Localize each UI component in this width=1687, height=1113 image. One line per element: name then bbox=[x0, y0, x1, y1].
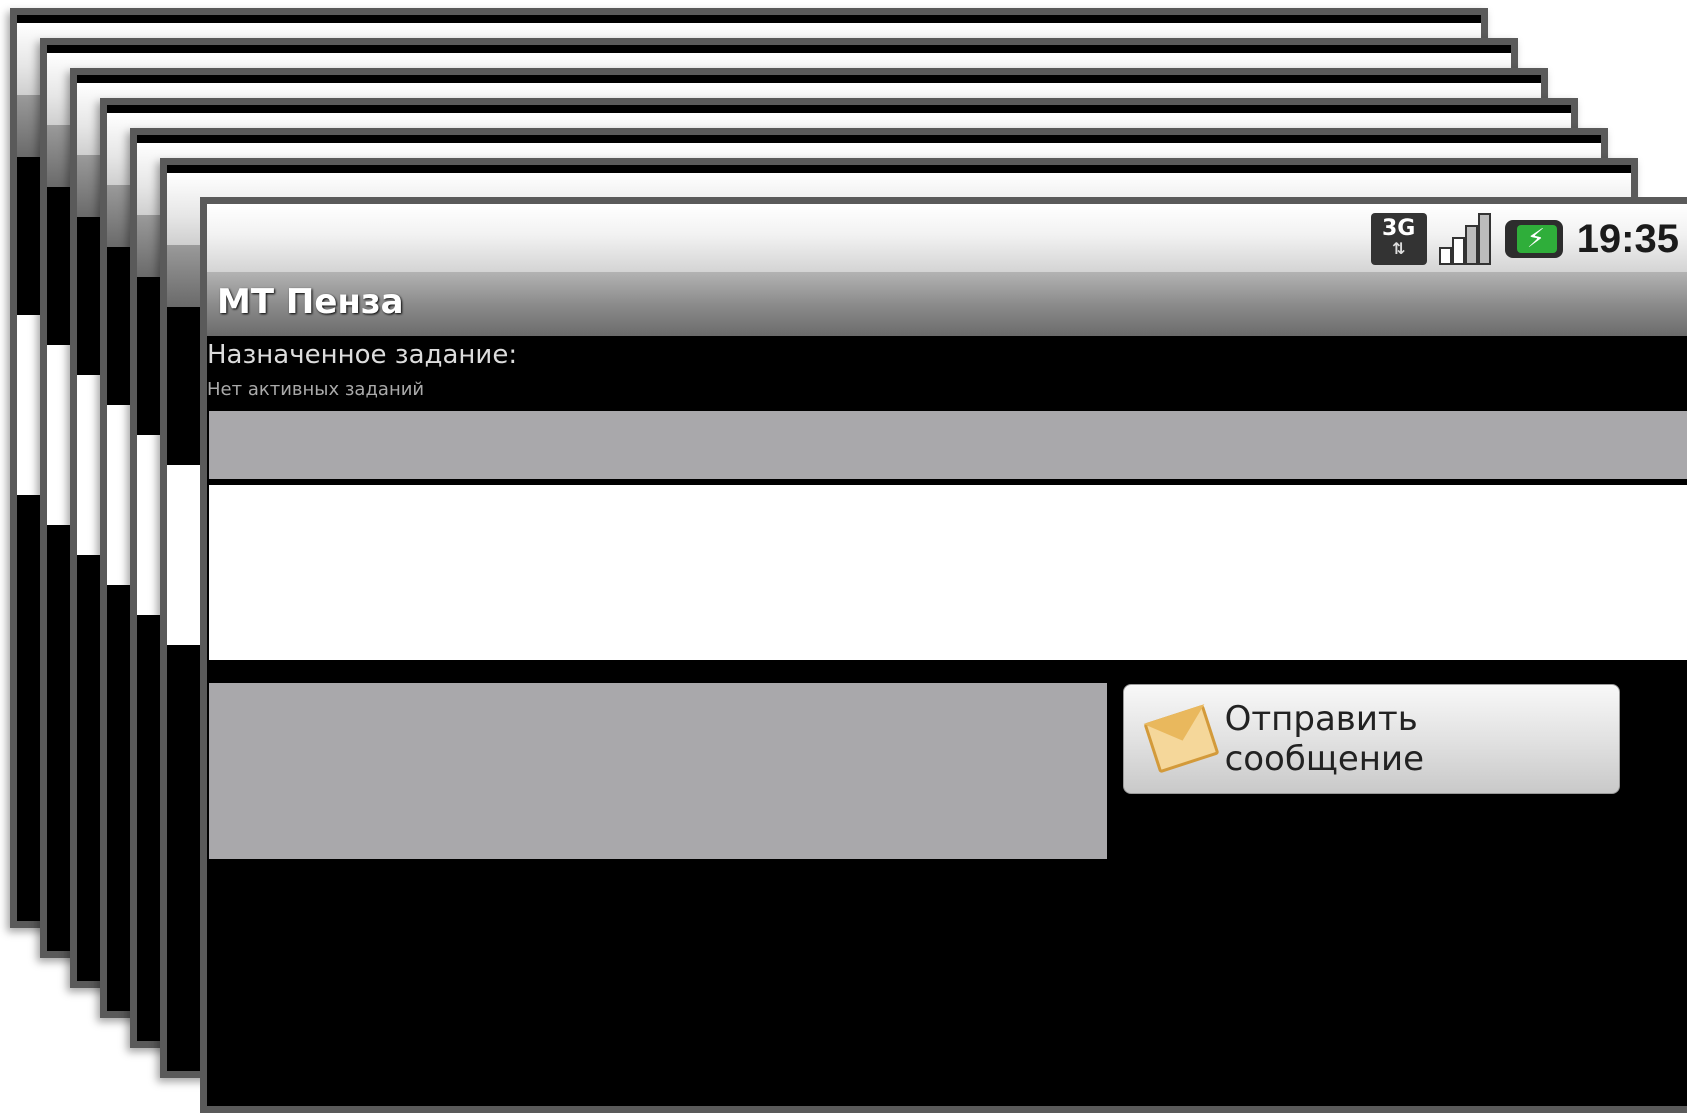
envelope-icon bbox=[1143, 704, 1220, 774]
phone-screen: 3G ⇅ ⚡ 19:35 МТ Пенза Назначенное задани… bbox=[200, 197, 1687, 1113]
status-icons: 3G ⇅ ⚡ 19:35 bbox=[1370, 213, 1679, 265]
status-bar: 3G ⇅ ⚡ 19:35 bbox=[207, 204, 1687, 272]
assigned-task-value: Нет активных заданий bbox=[207, 379, 425, 400]
app-title-bar: МТ Пенза bbox=[207, 272, 1687, 336]
send-message-label: Отправить сообщение bbox=[1224, 699, 1425, 779]
app-title: МТ Пенза bbox=[217, 282, 404, 322]
message-area[interactable] bbox=[209, 485, 1687, 660]
status-clock: 19:35 bbox=[1576, 216, 1679, 261]
send-message-button[interactable]: Отправить сообщение bbox=[1123, 684, 1620, 794]
signal-icon bbox=[1437, 213, 1493, 265]
3g-icon: 3G ⇅ bbox=[1370, 213, 1427, 265]
network-label: 3G bbox=[1382, 216, 1416, 241]
message-input[interactable] bbox=[209, 683, 1107, 859]
battery-charging-icon: ⚡ bbox=[1504, 220, 1563, 258]
task-panel bbox=[209, 411, 1687, 479]
assigned-task-label: Назначенное задание: bbox=[207, 340, 518, 370]
